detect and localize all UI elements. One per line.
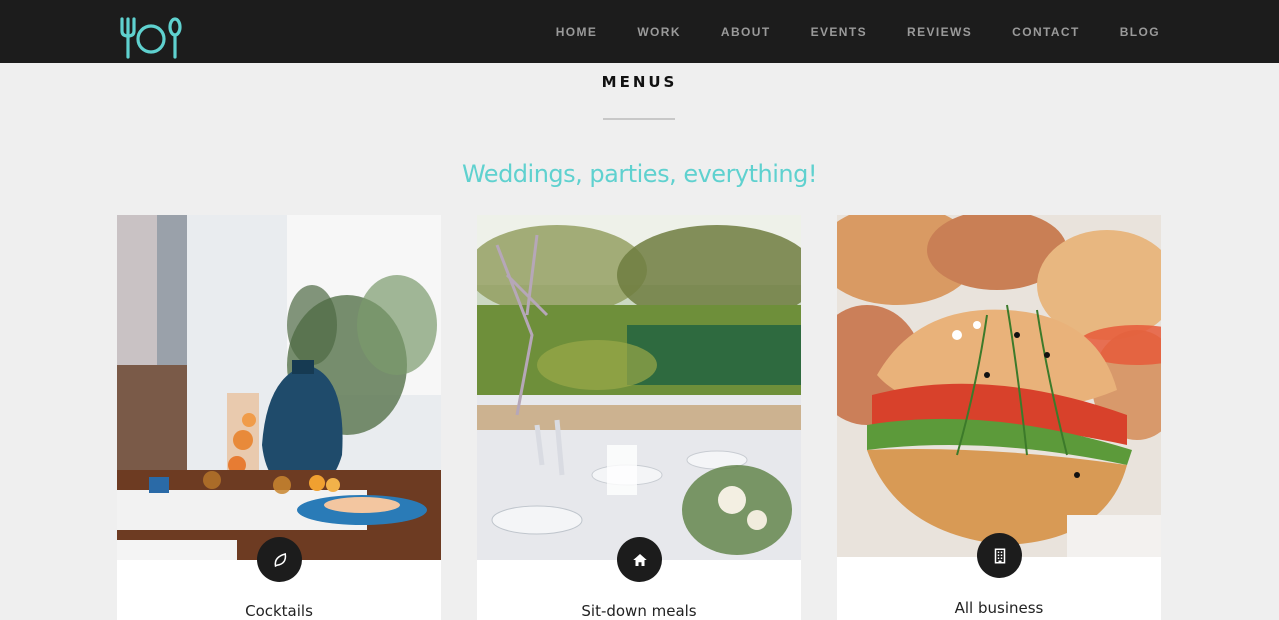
nav-contact[interactable]: CONTACT bbox=[1012, 25, 1080, 39]
nav-work[interactable]: WORK bbox=[637, 25, 681, 39]
nav-about[interactable]: ABOUT bbox=[721, 25, 771, 39]
home-icon[interactable] bbox=[617, 537, 662, 582]
nav-reviews[interactable]: REVIEWS bbox=[907, 25, 972, 39]
section-tagline: Weddings, parties, everything! bbox=[461, 160, 818, 188]
card-label: Sit-down meals bbox=[581, 602, 697, 620]
menu-card-all-business[interactable]: All business bbox=[837, 215, 1161, 620]
building-icon[interactable] bbox=[977, 533, 1022, 578]
nav-blog[interactable]: BLOG bbox=[1120, 25, 1160, 39]
leaf-icon[interactable] bbox=[257, 537, 302, 582]
nav-events[interactable]: EVENTS bbox=[811, 25, 867, 39]
cocktails-table-photo[interactable] bbox=[117, 215, 441, 560]
main-nav: HOME WORK ABOUT EVENTS REVIEWS CONTACT B… bbox=[556, 0, 1160, 63]
nav-home[interactable]: HOME bbox=[556, 25, 598, 39]
fork-plate-spoon-icon[interactable] bbox=[119, 17, 183, 59]
card-label: All business bbox=[954, 599, 1044, 617]
top-navbar: HOME WORK ABOUT EVENTS REVIEWS CONTACT B… bbox=[0, 0, 1279, 63]
card-label: Cocktails bbox=[245, 602, 313, 620]
section-title: MENUS bbox=[601, 73, 678, 91]
sandwich-platter-photo[interactable] bbox=[837, 215, 1161, 557]
menu-card-cocktails[interactable]: Cocktails bbox=[117, 215, 441, 620]
menu-card-sit-down-meals[interactable]: Sit-down meals bbox=[477, 215, 801, 620]
title-divider bbox=[603, 118, 675, 120]
outdoor-dinner-table-photo[interactable] bbox=[477, 215, 801, 560]
